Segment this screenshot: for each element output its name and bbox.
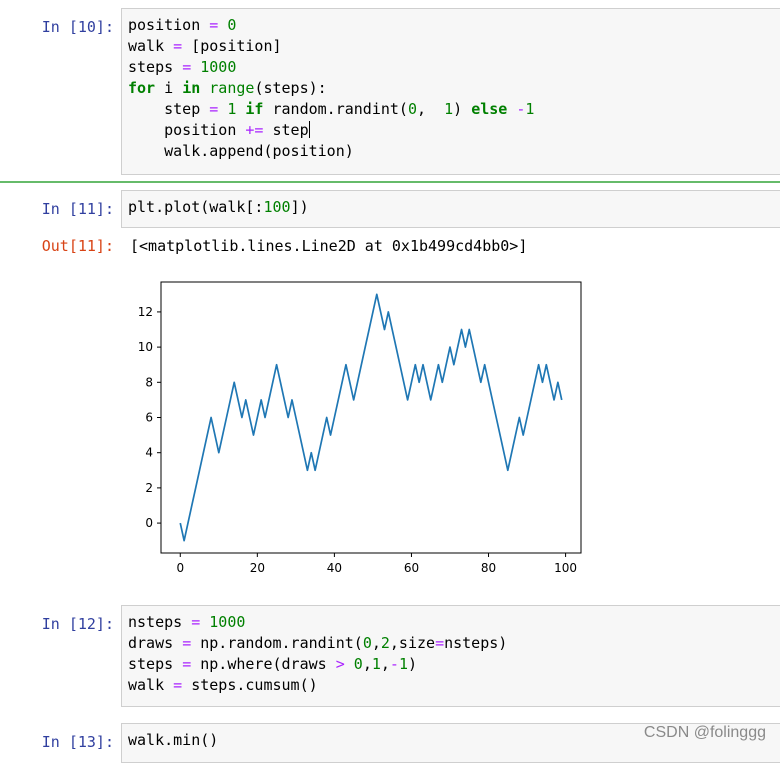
input-prompt: In [12]: [41, 615, 114, 633]
x-tick-label: 60 [404, 561, 419, 575]
x-tick-label: 100 [554, 561, 577, 575]
code-line: walk = [position] [128, 37, 282, 55]
y-tick-label: 12 [138, 305, 153, 319]
code-line: steps = np.where(draws > 0,1,-1) [128, 655, 417, 673]
code-line: steps = 1000 [128, 58, 237, 76]
code-line: step = 1 if random.randint(0, 1) else -1 [128, 100, 535, 118]
output-text: [<matplotlib.lines.Line2D at 0x1b499cd4b… [130, 237, 528, 255]
code-line: for i in range(steps): [128, 79, 327, 97]
x-tick-label: 80 [481, 561, 496, 575]
input-prompt: In [10]: [41, 18, 114, 36]
y-tick-label: 6 [145, 411, 153, 425]
y-tick-label: 8 [145, 375, 153, 389]
y-tick-label: 2 [145, 481, 153, 495]
y-tick-label: 10 [138, 340, 153, 354]
code-line: position += step [128, 121, 310, 139]
code-line: walk = steps.cumsum() [128, 676, 318, 694]
code-editor[interactable]: plt.plot(walk[:100]) [121, 190, 780, 228]
input-prompt: In [11]: [41, 200, 114, 218]
code-line: nsteps = 1000 [128, 613, 246, 631]
y-tick-label: 4 [145, 446, 153, 460]
code-editor[interactable]: nsteps = 1000 draws = np.random.randint(0… [121, 605, 780, 707]
watermark: CSDN @folinggg [643, 724, 766, 741]
y-tick-label: 0 [145, 516, 153, 530]
text-cursor [308, 121, 310, 138]
x-tick-label: 0 [176, 561, 184, 575]
x-tick-label: 40 [327, 561, 342, 575]
code-line: walk.append(position) [128, 142, 354, 160]
cell-selection-bar [0, 181, 780, 183]
x-tick-label: 20 [250, 561, 265, 575]
line-plot: 0 20 40 60 80 100 0 2 4 6 8 10 12 [138, 281, 582, 575]
code-line: draws = np.random.randint(0,2,size=nstep… [128, 634, 508, 652]
code-editor[interactable]: position = 0 walk = [position] steps = 100… [121, 8, 780, 175]
code-line: position = 0 [128, 16, 237, 34]
code-line: plt.plot(walk[:100]) [128, 198, 309, 216]
output-prompt: Out[11]: [41, 237, 114, 255]
